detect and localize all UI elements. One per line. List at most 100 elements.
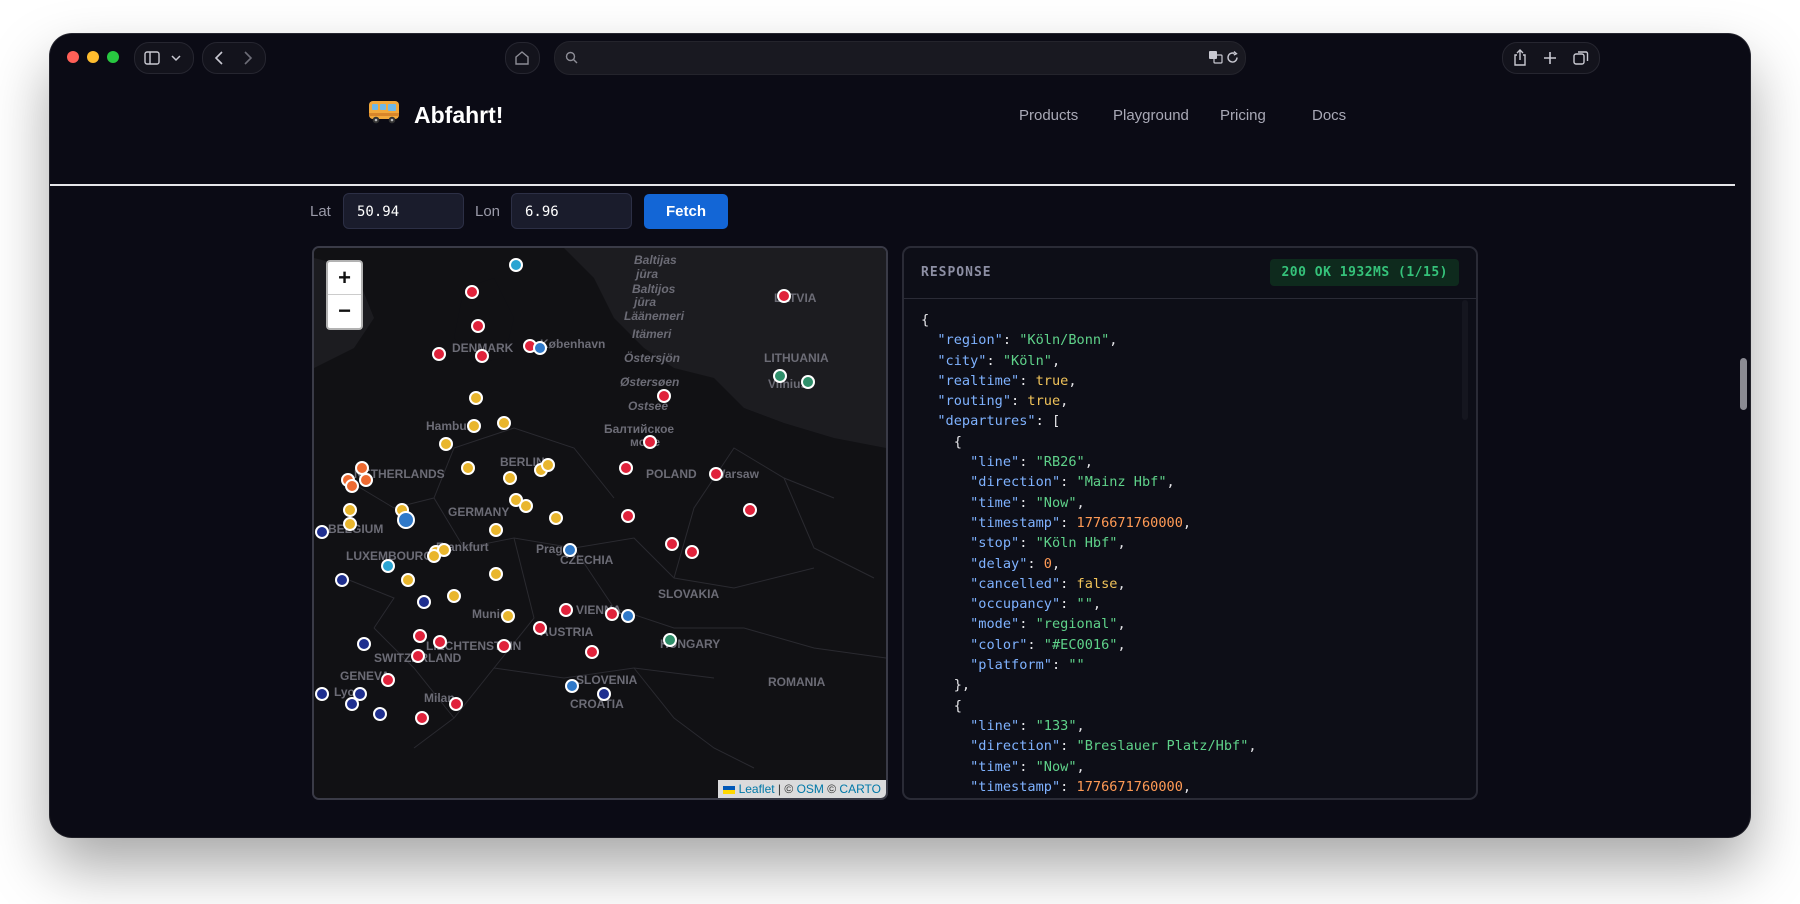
departure-marker[interactable] — [597, 687, 611, 701]
leaflet-link[interactable]: Leaflet — [739, 782, 775, 796]
nav-docs[interactable]: Docs — [1312, 107, 1346, 124]
departure-marker[interactable] — [605, 607, 619, 621]
tab-overview-icon[interactable] — [1573, 50, 1589, 66]
departure-marker[interactable] — [533, 341, 547, 355]
departure-marker[interactable] — [335, 573, 349, 587]
departure-marker[interactable] — [709, 467, 723, 481]
departure-marker[interactable] — [621, 509, 635, 523]
sidebar-toggle-button[interactable] — [134, 42, 194, 74]
departure-marker[interactable] — [381, 559, 395, 573]
departure-marker[interactable] — [433, 635, 447, 649]
lon-input[interactable]: 6.96 — [511, 193, 632, 229]
departure-marker[interactable] — [467, 419, 481, 433]
departure-marker[interactable] — [397, 511, 415, 529]
departure-marker[interactable] — [519, 499, 533, 513]
response-scrollbar[interactable] — [1462, 300, 1468, 420]
zoom-in-button[interactable]: + — [328, 262, 361, 295]
departure-marker[interactable] — [619, 461, 633, 475]
departure-marker[interactable] — [501, 609, 515, 623]
departure-marker[interactable] — [559, 603, 573, 617]
departure-marker[interactable] — [509, 258, 523, 272]
map-canvas[interactable]: BaltijasjūraBaltijosjūraLäänemeriItämeri… — [314, 248, 886, 798]
departure-marker[interactable] — [773, 369, 787, 383]
departure-marker[interactable] — [471, 319, 485, 333]
nav-products[interactable]: Products — [1019, 107, 1078, 124]
departure-marker[interactable] — [665, 537, 679, 551]
departure-marker[interactable] — [315, 525, 329, 539]
departure-marker[interactable] — [427, 549, 441, 563]
departure-marker[interactable] — [777, 289, 791, 303]
departure-marker[interactable] — [469, 391, 483, 405]
departure-marker[interactable] — [585, 645, 599, 659]
share-icon[interactable] — [1513, 49, 1527, 66]
departure-marker[interactable] — [565, 679, 579, 693]
departure-marker[interactable] — [411, 649, 425, 663]
departure-marker[interactable] — [315, 687, 329, 701]
departure-marker[interactable] — [685, 545, 699, 559]
close-window-button[interactable] — [67, 51, 79, 63]
departure-marker[interactable] — [541, 458, 555, 472]
departure-marker[interactable] — [643, 435, 657, 449]
minimize-window-button[interactable] — [87, 51, 99, 63]
departure-marker[interactable] — [497, 639, 511, 653]
forward-icon[interactable] — [243, 51, 253, 65]
address-bar[interactable] — [554, 41, 1246, 75]
departure-marker[interactable] — [475, 349, 489, 363]
json-line: { — [921, 310, 1257, 330]
nav-playground[interactable]: Playground — [1113, 107, 1189, 124]
home-button[interactable] — [505, 42, 540, 74]
departure-marker[interactable] — [439, 437, 453, 451]
departure-marker[interactable] — [345, 479, 359, 493]
osm-link[interactable]: OSM — [797, 782, 824, 796]
departure-marker[interactable] — [549, 511, 563, 525]
translate-icon[interactable] — [1208, 50, 1224, 64]
departure-marker[interactable] — [381, 673, 395, 687]
departure-marker[interactable] — [489, 567, 503, 581]
departure-marker[interactable] — [489, 523, 503, 537]
departure-marker[interactable] — [621, 609, 635, 623]
new-tab-icon[interactable] — [1543, 51, 1557, 65]
page-scrollbar[interactable] — [1740, 358, 1747, 410]
departure-marker[interactable] — [563, 543, 577, 557]
departure-marker[interactable] — [743, 503, 757, 517]
json-token: "Now" — [1035, 494, 1077, 511]
departure-marker[interactable] — [465, 285, 479, 299]
back-icon[interactable] — [214, 51, 224, 65]
response-json[interactable]: { "region": "Köln/Bonn", "city": "Köln",… — [921, 310, 1257, 797]
departure-marker[interactable] — [663, 633, 677, 647]
departure-marker[interactable] — [415, 711, 429, 725]
departure-marker[interactable] — [345, 697, 359, 711]
departure-marker[interactable] — [357, 637, 371, 651]
departure-marker[interactable] — [503, 471, 517, 485]
lat-input[interactable]: 50.94 — [343, 193, 464, 229]
departure-marker[interactable] — [373, 707, 387, 721]
departure-marker[interactable] — [359, 473, 373, 487]
departure-marker[interactable] — [533, 621, 547, 635]
reload-icon[interactable] — [1226, 51, 1239, 64]
departure-marker[interactable] — [401, 573, 415, 587]
departure-marker[interactable] — [343, 517, 357, 531]
departure-marker[interactable] — [413, 629, 427, 643]
departure-marker[interactable] — [801, 375, 815, 389]
maximize-window-button[interactable] — [107, 51, 119, 63]
departure-marker[interactable] — [461, 461, 475, 475]
brand-name[interactable]: Abfahrt! — [414, 102, 503, 129]
nav-pricing[interactable]: Pricing — [1220, 107, 1266, 124]
departure-marker[interactable] — [497, 416, 511, 430]
departure-marker[interactable] — [343, 503, 357, 517]
departures-map[interactable]: Baltijas jūra Baltijos jūra Läänemeri Itämeri… — [312, 246, 888, 800]
bus-logo-icon[interactable] — [368, 98, 402, 126]
departure-marker[interactable] — [432, 347, 446, 361]
departure-marker[interactable] — [449, 697, 463, 711]
fetch-button[interactable]: Fetch — [644, 194, 728, 229]
json-token: "time" — [970, 494, 1020, 511]
json-line: "platform": "" — [921, 655, 1257, 675]
departure-marker[interactable] — [657, 389, 671, 403]
map-place-label: Baltijas — [634, 253, 677, 267]
json-token: { — [921, 433, 962, 450]
carto-link[interactable]: CARTO — [839, 782, 881, 796]
departure-marker[interactable] — [447, 589, 461, 603]
zoom-out-button[interactable]: − — [328, 295, 361, 327]
departure-marker[interactable] — [355, 461, 369, 475]
departure-marker[interactable] — [417, 595, 431, 609]
